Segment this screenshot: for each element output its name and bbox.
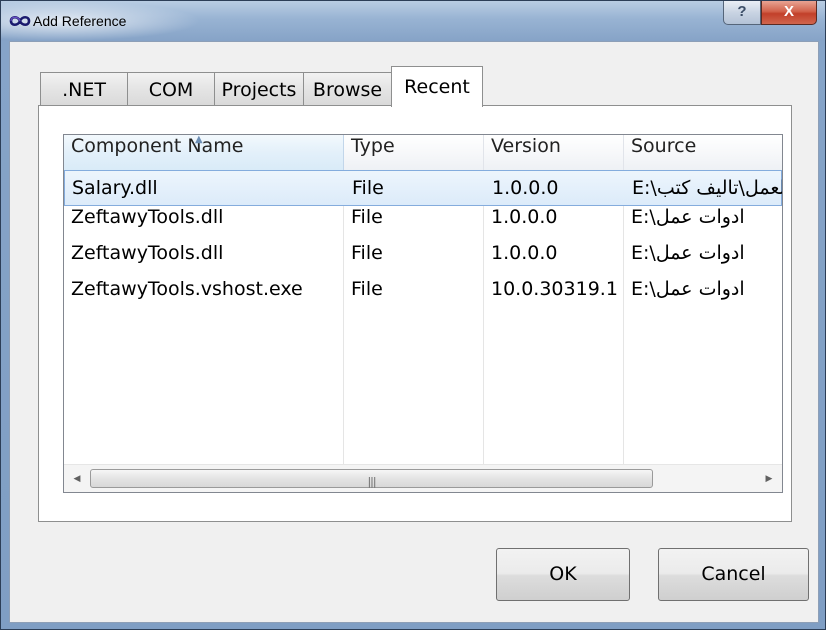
column-header-component-name[interactable]: ▲ Component Name (64, 135, 344, 170)
dialog-body: .NET COM Projects Browse Recent ▲ Compon… (9, 41, 819, 623)
tab-com[interactable]: COM (127, 72, 215, 106)
tab-label: .NET (62, 79, 106, 101)
table-row[interactable]: Salary.dll File 1.0.0.0 E:\العمل\تاليف ك… (64, 170, 782, 206)
tab-label: COM (148, 79, 194, 101)
column-header-source[interactable]: Source (624, 135, 782, 170)
title-bar[interactable]: Add Reference ? X (1, 1, 825, 41)
cell-version: 1.0.0.0 (492, 177, 559, 199)
list-header: ▲ Component Name Type Version Source (64, 135, 782, 171)
window-title: Add Reference (33, 13, 127, 29)
scrollbar-thumb[interactable]: ||| (90, 469, 653, 488)
cell-component-name: Salary.dll (72, 177, 158, 199)
cell-type: File (351, 206, 383, 228)
tab-browse[interactable]: Browse (303, 72, 392, 106)
tab-label: Recent (404, 76, 470, 98)
help-icon: ? (737, 3, 747, 20)
add-reference-dialog: Add Reference ? X .NET COM Projects Brow… (0, 0, 826, 630)
column-header-label: Source (631, 135, 697, 157)
cancel-button[interactable]: Cancel (658, 548, 809, 601)
grip-icon: ||| (367, 475, 376, 488)
column-header-version[interactable]: Version (484, 135, 624, 170)
cell-type: File (351, 278, 383, 300)
tab-label: Projects (221, 79, 297, 101)
column-header-label: Component Name (71, 135, 244, 157)
tab-recent[interactable]: Recent (391, 66, 483, 107)
tab-projects[interactable]: Projects (214, 72, 304, 106)
cell-source: E:\العمل\تاليف كتب (632, 177, 783, 199)
cell-version: 1.0.0.0 (491, 242, 558, 264)
column-header-label: Type (351, 135, 395, 157)
ok-button[interactable]: OK (496, 548, 630, 601)
cell-source: E:\ادوات عمل (631, 242, 745, 264)
arrow-left-icon[interactable]: ◀ (64, 465, 90, 492)
close-button[interactable]: X (761, 1, 817, 25)
table-row[interactable]: ZeftawyTools.vshost.exe File 10.0.30319.… (64, 278, 782, 314)
table-row[interactable]: ZeftawyTools.dll File 1.0.0.0 E:\ادوات ع… (64, 242, 782, 278)
tab-net[interactable]: .NET (40, 72, 128, 106)
cell-component-name: ZeftawyTools.dll (71, 206, 224, 228)
cell-source: E:\ادوات عمل (631, 206, 745, 228)
arrow-right-icon[interactable]: ▶ (756, 465, 782, 492)
horizontal-scrollbar[interactable]: ◀ ||| ▶ (64, 464, 782, 492)
recent-references-list[interactable]: ▲ Component Name Type Version Source Sal… (63, 134, 783, 493)
sort-ascending-icon: ▲ (195, 135, 203, 145)
cell-version: 1.0.0.0 (491, 206, 558, 228)
cell-type: File (352, 177, 384, 199)
cell-version: 10.0.30319.1 (491, 278, 618, 300)
column-header-type[interactable]: Type (344, 135, 484, 170)
tab-label: Browse (312, 79, 383, 101)
cell-component-name: ZeftawyTools.dll (71, 242, 224, 264)
table-row[interactable]: ZeftawyTools.dll File 1.0.0.0 E:\ادوات ع… (64, 206, 782, 242)
close-icon: X (783, 3, 794, 20)
infinity-icon (9, 15, 31, 27)
cell-component-name: ZeftawyTools.vshost.exe (71, 278, 303, 300)
cell-type: File (351, 242, 383, 264)
cell-source: E:\ادوات عمل (631, 278, 745, 300)
column-header-label: Version (491, 135, 561, 157)
help-button[interactable]: ? (723, 1, 761, 25)
recent-tab-panel: ▲ Component Name Type Version Source Sal… (38, 105, 792, 522)
